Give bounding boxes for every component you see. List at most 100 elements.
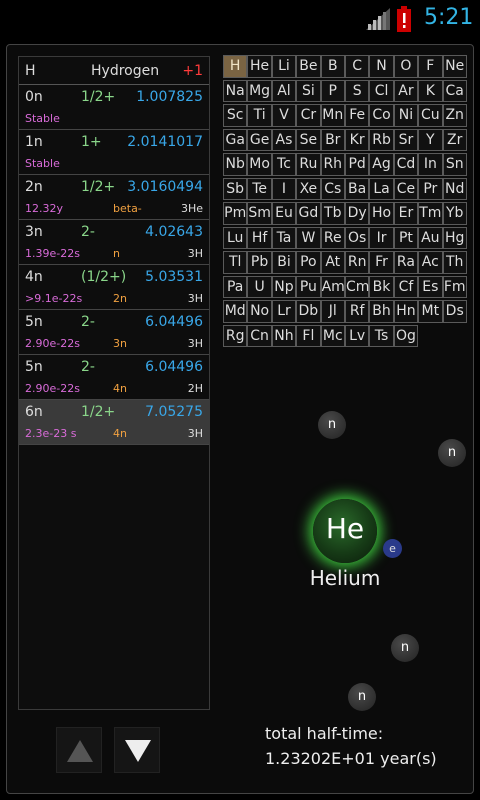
element-cell-pd[interactable]: Pd	[344, 153, 370, 176]
element-cell-v[interactable]: V	[271, 104, 297, 127]
element-cell-bh[interactable]: Bh	[369, 300, 394, 323]
element-cell-ts[interactable]: Ts	[369, 324, 394, 347]
element-cell-mt[interactable]: Mt	[418, 300, 443, 323]
element-cell-rb[interactable]: Rb	[369, 128, 394, 151]
element-cell-ne[interactable]: Ne	[442, 55, 467, 78]
element-cell-zr[interactable]: Zr	[442, 128, 467, 151]
element-cell-rh[interactable]: Rh	[320, 153, 345, 176]
element-cell-sb[interactable]: Sb	[223, 177, 248, 200]
element-cell-cf[interactable]: Cf	[393, 275, 419, 298]
element-cell-al[interactable]: Al	[271, 79, 297, 102]
isotope-row[interactable]: 4n (1/2+) 5.03531 >9.1e-22s 2n 3H	[19, 265, 209, 310]
element-cell-p[interactable]: P	[320, 79, 345, 102]
element-cell-am[interactable]: Am	[320, 275, 345, 298]
element-cell-se[interactable]: Se	[296, 128, 321, 151]
element-cell-xe[interactable]: Xe	[296, 177, 321, 200]
isotope-row[interactable]: 2n 1/2+ 3.0160494 12.32y beta- 3He	[19, 175, 209, 220]
element-cell-mg[interactable]: Mg	[247, 79, 272, 102]
element-cell-hn[interactable]: Hn	[393, 300, 419, 323]
element-cell-b[interactable]: B	[320, 55, 345, 78]
isotope-row[interactable]: 3n 2- 4.02643 1.39e-22s n 3H	[19, 220, 209, 265]
element-cell-os[interactable]: Os	[344, 226, 370, 249]
element-cell-no[interactable]: No	[247, 300, 272, 323]
element-cell-ta[interactable]: Ta	[271, 226, 297, 249]
element-cell-fm[interactable]: Fm	[442, 275, 467, 298]
element-cell-zn[interactable]: Zn	[442, 104, 467, 127]
element-cell-sr[interactable]: Sr	[393, 128, 419, 151]
element-cell-ga[interactable]: Ga	[223, 128, 248, 151]
element-cell-ge[interactable]: Ge	[247, 128, 272, 151]
element-cell-na[interactable]: Na	[223, 79, 248, 102]
element-cell-po[interactable]: Po	[296, 251, 321, 274]
element-cell-nh[interactable]: Nh	[271, 324, 297, 347]
element-cell-ti[interactable]: Ti	[247, 104, 272, 127]
element-cell-o[interactable]: O	[393, 55, 419, 78]
element-cell-pm[interactable]: Pm	[223, 202, 248, 225]
element-cell-ce[interactable]: Ce	[393, 177, 419, 200]
element-cell-ho[interactable]: Ho	[369, 202, 394, 225]
element-cell-he[interactable]: He	[247, 55, 272, 78]
element-cell-li[interactable]: Li	[271, 55, 297, 78]
isotope-row[interactable]: 1n 1+ 2.0141017 Stable	[19, 130, 209, 175]
element-cell-dy[interactable]: Dy	[344, 202, 370, 225]
element-cell-bi[interactable]: Bi	[271, 251, 297, 274]
element-cell-er[interactable]: Er	[393, 202, 419, 225]
element-cell-cs[interactable]: Cs	[320, 177, 345, 200]
element-cell-cu[interactable]: Cu	[418, 104, 443, 127]
element-cell-as[interactable]: As	[271, 128, 297, 151]
element-cell-th[interactable]: Th	[442, 251, 467, 274]
element-cell-nd[interactable]: Nd	[442, 177, 467, 200]
element-cell-eu[interactable]: Eu	[271, 202, 297, 225]
element-cell-ru[interactable]: Ru	[296, 153, 321, 176]
element-cell-in[interactable]: In	[418, 153, 443, 176]
element-cell-u[interactable]: U	[247, 275, 272, 298]
element-cell-np[interactable]: Np	[271, 275, 297, 298]
element-cell-tc[interactable]: Tc	[271, 153, 297, 176]
element-cell-ac[interactable]: Ac	[418, 251, 443, 274]
element-cell-si[interactable]: Si	[296, 79, 321, 102]
element-cell-sm[interactable]: Sm	[247, 202, 272, 225]
element-cell-gd[interactable]: Gd	[296, 202, 321, 225]
element-cell-la[interactable]: La	[369, 177, 394, 200]
element-cell-ni[interactable]: Ni	[393, 104, 419, 127]
element-cell-k[interactable]: K	[418, 79, 443, 102]
element-cell-au[interactable]: Au	[418, 226, 443, 249]
element-cell-tb[interactable]: Tb	[320, 202, 345, 225]
element-cell-tm[interactable]: Tm	[418, 202, 443, 225]
element-cell-rg[interactable]: Rg	[223, 324, 248, 347]
scroll-down-button[interactable]	[114, 727, 160, 773]
element-cell-rn[interactable]: Rn	[344, 251, 370, 274]
element-cell-cr[interactable]: Cr	[296, 104, 321, 127]
element-cell-kr[interactable]: Kr	[344, 128, 370, 151]
element-cell-pr[interactable]: Pr	[418, 177, 443, 200]
element-cell-s[interactable]: S	[344, 79, 370, 102]
element-cell-jl[interactable]: Jl	[320, 300, 345, 323]
element-cell-ca[interactable]: Ca	[442, 79, 467, 102]
isotope-list[interactable]: H Hydrogen +1 0n 1/2+ 1.007825 Stable 1n 1+ 2.…	[18, 56, 210, 710]
element-cell-w[interactable]: W	[296, 226, 321, 249]
element-cell-f[interactable]: F	[418, 55, 443, 78]
element-cell-te[interactable]: Te	[247, 177, 272, 200]
element-cell-cd[interactable]: Cd	[393, 153, 419, 176]
isotope-row[interactable]: 6n 1/2+ 7.05275 2.3e-23 s 4n 3H	[19, 400, 209, 445]
element-cell-mo[interactable]: Mo	[247, 153, 272, 176]
element-cell-fe[interactable]: Fe	[344, 104, 370, 127]
isotope-row[interactable]: 0n 1/2+ 1.007825 Stable	[19, 85, 209, 130]
element-cell-pu[interactable]: Pu	[296, 275, 321, 298]
element-cell-y[interactable]: Y	[418, 128, 443, 151]
element-cell-pt[interactable]: Pt	[393, 226, 419, 249]
element-cell-og[interactable]: Og	[393, 324, 419, 347]
element-cell-ba[interactable]: Ba	[344, 177, 370, 200]
element-cell-br[interactable]: Br	[320, 128, 345, 151]
element-cell-ag[interactable]: Ag	[369, 153, 394, 176]
element-cell-co[interactable]: Co	[369, 104, 394, 127]
element-cell-pa[interactable]: Pa	[223, 275, 248, 298]
isotope-row[interactable]: 5n 2- 6.04496 2.90e-22s 3n 3H	[19, 310, 209, 355]
element-cell-sc[interactable]: Sc	[223, 104, 248, 127]
element-cell-h[interactable]: H	[223, 55, 248, 78]
element-cell-at[interactable]: At	[320, 251, 345, 274]
element-cell-c[interactable]: C	[344, 55, 370, 78]
element-cell-ra[interactable]: Ra	[393, 251, 419, 274]
element-cell-mc[interactable]: Mc	[320, 324, 345, 347]
element-cell-cl[interactable]: Cl	[369, 79, 394, 102]
